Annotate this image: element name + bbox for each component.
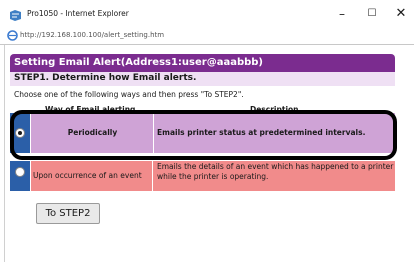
page-title: Setting Email Alert(Address1:user@aaabbb… bbox=[14, 57, 264, 68]
highlight-outline bbox=[10, 110, 397, 160]
minimize-button[interactable]: – bbox=[332, 5, 352, 23]
page-header: Setting Email Alert(Address1:user@aaabbb… bbox=[10, 54, 395, 72]
page-icon bbox=[7, 30, 18, 41]
option-label-event[interactable]: Upon occurrence of an event bbox=[31, 161, 153, 191]
address-bar[interactable]: http://192.168.100.100/alert_setting.htm bbox=[0, 28, 414, 45]
radio-cell[interactable] bbox=[10, 161, 31, 191]
step-title: STEP1. Determine how Email alerts. bbox=[14, 73, 197, 83]
address-url[interactable]: http://192.168.100.100/alert_setting.htm bbox=[20, 31, 164, 39]
step-bar: STEP1. Determine how Email alerts. bbox=[10, 72, 395, 86]
close-button[interactable]: ✕ bbox=[391, 5, 411, 23]
to-step2-button[interactable]: To STEP2 bbox=[36, 203, 100, 224]
maximize-button[interactable]: ☐ bbox=[362, 5, 382, 23]
option-description-event: Emails the details of an event which has… bbox=[157, 162, 394, 181]
option-row-event[interactable]: Upon occurrence of an event Emails the d… bbox=[10, 161, 395, 191]
internet-explorer-icon bbox=[10, 10, 21, 21]
title-bar: Pro1050 - Internet Explorer – ☐ ✕ bbox=[0, 0, 414, 28]
instruction-text: Choose one of the following ways and the… bbox=[14, 90, 244, 99]
window-title: Pro1050 - Internet Explorer bbox=[27, 9, 129, 18]
radio-event[interactable] bbox=[15, 167, 25, 177]
